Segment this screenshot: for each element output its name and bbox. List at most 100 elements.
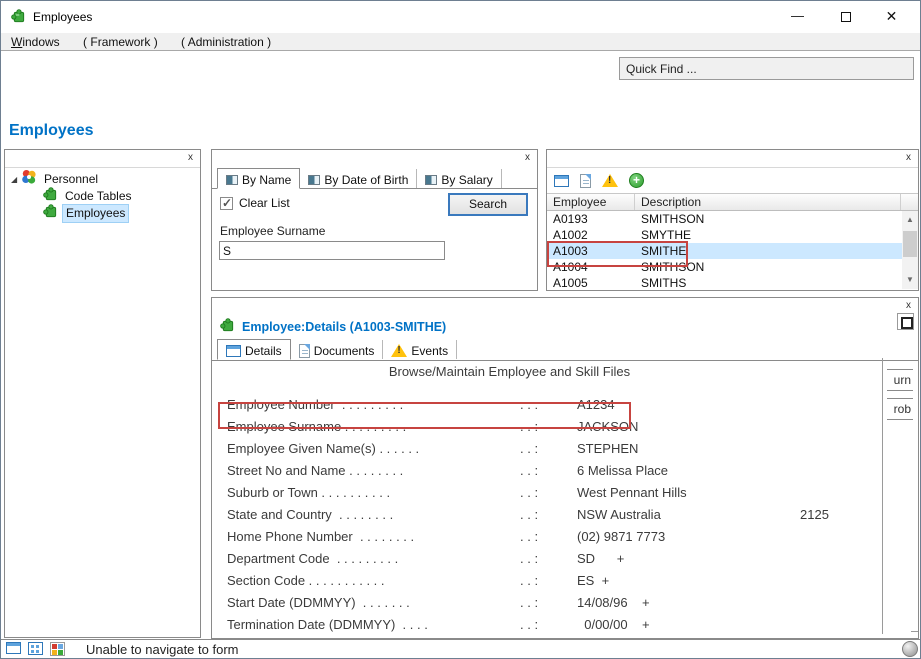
tree-label-employees[interactable]: Employees — [62, 204, 129, 223]
scrollbar-thumb[interactable] — [903, 231, 917, 257]
field-employee-surname: Employee Surname . . . . . . . . .. . :J… — [212, 416, 882, 438]
app-window: Employees — ✕ Windows ( Framework ) ( Ad… — [0, 0, 921, 659]
form-icon — [308, 175, 320, 185]
tree-panel-close-icon[interactable]: x — [188, 153, 193, 163]
field-given-names: Employee Given Name(s) . . . . . .. . :S… — [212, 438, 882, 460]
quick-find-input[interactable] — [619, 57, 914, 80]
surname-label: Employee Surname — [220, 224, 325, 238]
menu-windows[interactable]: Windows — [1, 33, 70, 51]
events-command-icon[interactable] — [602, 174, 618, 187]
field-home-phone: Home Phone Number . . . . . . . .. . :(0… — [212, 526, 882, 548]
puzzle-icon — [220, 318, 235, 336]
page-title: Employees — [9, 122, 93, 140]
field-suburb: Suburb or Town . . . . . . . . . .. . :W… — [212, 482, 882, 504]
tree-node-personnel[interactable]: ◢ Personnel — [5, 171, 200, 188]
list-panel-header: x — [547, 150, 918, 168]
documents-tab-icon — [299, 344, 310, 358]
field-street: Street No and Name . . . . . . . .. . :6… — [212, 460, 882, 482]
add-employee-icon[interactable]: + — [629, 173, 644, 188]
clear-list-option[interactable]: Clear List — [220, 196, 290, 210]
field-value[interactable]: JACKSON — [577, 419, 638, 434]
details-right-strip: urn rob — [882, 358, 918, 634]
form-icon — [226, 175, 238, 185]
field-employee-number: Employee Number . . . . . . . . .. . :A1… — [212, 394, 882, 416]
field-value[interactable]: 14/08/96 + — [577, 595, 650, 610]
tree-expander-icon[interactable]: ◢ — [11, 171, 21, 188]
tree-node-employees[interactable]: Employees — [43, 205, 200, 222]
menu-administration[interactable]: ( Administration ) — [171, 33, 281, 51]
search-panel: x By Name By Date of Birth By Salary Cle… — [211, 149, 538, 291]
return-button-clipped[interactable]: urn — [887, 369, 913, 391]
status-colors-icon[interactable] — [50, 642, 65, 656]
field-value[interactable]: STEPHEN — [577, 441, 638, 456]
status-ball-icon — [902, 641, 918, 657]
tree-label-code-tables[interactable]: Code Tables — [62, 188, 135, 205]
toolbar-strip — [1, 52, 920, 119]
table-row-selected[interactable]: A1003 SMITHE — [547, 243, 918, 259]
title-bar: Employees — ✕ — [1, 1, 920, 33]
tab-by-date-of-birth[interactable]: By Date of Birth — [300, 169, 417, 188]
list-panel-close-icon[interactable]: x — [906, 153, 911, 163]
column-header-employee[interactable]: Employee — [547, 194, 635, 210]
clear-list-label: Clear List — [239, 196, 290, 210]
field-value[interactable]: 6 Melissa Place — [577, 463, 668, 478]
field-section-code: Section Code . . . . . . . . . . .. . :E… — [212, 570, 882, 592]
tab-events[interactable]: Events — [383, 340, 457, 359]
status-grid-icon[interactable] — [28, 642, 43, 655]
clear-list-checkbox[interactable] — [220, 197, 233, 210]
search-panel-close-icon[interactable]: x — [525, 153, 530, 163]
list-scrollbar[interactable]: ▲ ▼ — [902, 211, 918, 289]
tree-label-personnel[interactable]: Personnel — [41, 171, 101, 188]
field-termination-date: Termination Date (DDMMYY) . . . .. . : 0… — [212, 614, 882, 636]
tab-by-salary[interactable]: By Salary — [417, 169, 501, 188]
tree-node-code-tables[interactable]: Code Tables — [43, 188, 200, 205]
close-button[interactable]: ✕ — [869, 1, 914, 31]
tab-documents[interactable]: Documents — [291, 340, 384, 359]
menu-bar: Windows ( Framework ) ( Administration ) — [1, 33, 920, 51]
maximize-button[interactable] — [823, 1, 868, 31]
table-row[interactable]: A1004 SMITHSON — [547, 259, 918, 275]
field-value[interactable]: A1234 — [577, 397, 615, 412]
tab-by-name[interactable]: By Name — [217, 168, 300, 189]
table-row[interactable]: A0193 SMITHSON — [547, 211, 918, 227]
scroll-up-icon[interactable]: ▲ — [902, 213, 918, 227]
list-toolbar: + — [547, 168, 918, 194]
field-department-code: Department Code . . . . . . . . .. . :SD… — [212, 548, 882, 570]
tab-details[interactable]: Details — [217, 339, 291, 360]
table-row[interactable]: A1005 SMITHS — [547, 275, 918, 291]
details-maximize-icon[interactable] — [897, 313, 914, 330]
details-tab-icon — [226, 345, 241, 357]
table-row[interactable]: A1002 SMYTHE — [547, 227, 918, 243]
employee-form: Employee Number . . . . . . . . .. . :A1… — [212, 394, 882, 636]
tab-divider — [212, 360, 918, 361]
form-heading: Browse/Maintain Employee and Skill Files — [212, 364, 807, 379]
search-button[interactable]: Search — [448, 193, 528, 216]
list-header-row: Employee Description — [547, 194, 918, 211]
navigation-tree-panel: x ◢ Personnel — [4, 149, 201, 638]
field-postcode[interactable]: 2125 — [800, 507, 829, 522]
form-icon — [425, 175, 437, 185]
field-value[interactable]: ES + — [577, 573, 609, 588]
menu-framework[interactable]: ( Framework ) — [73, 33, 168, 51]
field-value[interactable]: NSW Australia — [577, 507, 661, 522]
details-title-row: Employee:Details (A1003-SMITHE) — [220, 318, 446, 336]
minimize-button[interactable]: — — [775, 1, 820, 31]
status-window-icon[interactable] — [6, 642, 21, 654]
pinwheel-icon — [21, 169, 37, 190]
field-start-date: Start Date (DDMMYY) . . . . . . .. . :14… — [212, 592, 882, 614]
surname-input[interactable] — [219, 241, 445, 260]
events-tab-icon — [391, 344, 407, 357]
column-header-description[interactable]: Description — [635, 194, 901, 210]
details-command-icon[interactable] — [554, 175, 569, 187]
documents-command-icon[interactable] — [580, 174, 591, 188]
scroll-down-icon[interactable]: ▼ — [902, 273, 918, 287]
field-value[interactable]: 0/00/00 + — [577, 617, 650, 632]
prob-button-clipped[interactable]: rob — [887, 398, 913, 420]
status-bar: Unable to navigate to form — [1, 639, 920, 658]
field-value[interactable]: West Pennant Hills — [577, 485, 687, 500]
field-value[interactable]: SD + — [577, 551, 624, 566]
details-panel-close-icon[interactable]: x — [906, 301, 911, 311]
field-value[interactable]: (02) 9871 7773 — [577, 529, 665, 544]
employee-list-panel: x + Employee Description A0193 SMITHSON … — [546, 149, 919, 291]
details-panel-title: Employee:Details (A1003-SMITHE) — [242, 320, 446, 334]
